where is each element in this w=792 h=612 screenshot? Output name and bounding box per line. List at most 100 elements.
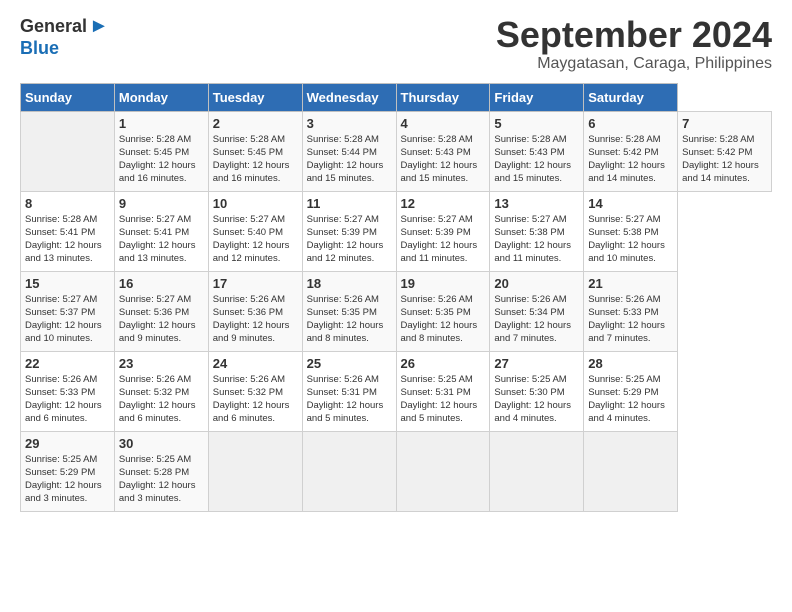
day-info: Sunrise: 5:26 AMSunset: 5:35 PMDaylight:… <box>307 294 384 345</box>
day-info: Sunrise: 5:28 AMSunset: 5:45 PMDaylight:… <box>213 134 290 185</box>
day-number: 9 <box>119 196 204 211</box>
day-info: Sunrise: 5:25 AMSunset: 5:30 PMDaylight:… <box>494 374 571 425</box>
calendar-week-4: 22 Sunrise: 5:26 AMSunset: 5:33 PMDaylig… <box>21 351 772 431</box>
calendar-day: 25 Sunrise: 5:26 AMSunset: 5:31 PMDaylig… <box>302 351 396 431</box>
calendar-day: 7 Sunrise: 5:28 AMSunset: 5:42 PMDayligh… <box>678 111 772 191</box>
calendar-day <box>302 431 396 511</box>
day-number: 8 <box>25 196 110 211</box>
calendar-week-2: 8 Sunrise: 5:28 AMSunset: 5:41 PMDayligh… <box>21 191 772 271</box>
day-number: 21 <box>588 276 673 291</box>
day-number: 14 <box>588 196 673 211</box>
calendar-day: 20 Sunrise: 5:26 AMSunset: 5:34 PMDaylig… <box>490 271 584 351</box>
calendar-day: 24 Sunrise: 5:26 AMSunset: 5:32 PMDaylig… <box>208 351 302 431</box>
day-info: Sunrise: 5:26 AMSunset: 5:31 PMDaylight:… <box>307 374 384 425</box>
calendar-day <box>208 431 302 511</box>
day-info: Sunrise: 5:26 AMSunset: 5:32 PMDaylight:… <box>119 374 196 425</box>
calendar-day: 12 Sunrise: 5:27 AMSunset: 5:39 PMDaylig… <box>396 191 490 271</box>
weekday-header-friday: Friday <box>490 83 584 111</box>
calendar-day: 2 Sunrise: 5:28 AMSunset: 5:45 PMDayligh… <box>208 111 302 191</box>
day-info: Sunrise: 5:27 AMSunset: 5:39 PMDaylight:… <box>307 214 384 265</box>
calendar-day: 23 Sunrise: 5:26 AMSunset: 5:32 PMDaylig… <box>114 351 208 431</box>
title-area: September 2024 Maygatasan, Caraga, Phili… <box>496 15 772 73</box>
day-number: 18 <box>307 276 392 291</box>
day-number: 19 <box>401 276 486 291</box>
day-info: Sunrise: 5:25 AMSunset: 5:31 PMDaylight:… <box>401 374 478 425</box>
calendar-day <box>396 431 490 511</box>
day-info: Sunrise: 5:28 AMSunset: 5:41 PMDaylight:… <box>25 214 102 265</box>
calendar-day: 18 Sunrise: 5:26 AMSunset: 5:35 PMDaylig… <box>302 271 396 351</box>
day-info: Sunrise: 5:27 AMSunset: 5:37 PMDaylight:… <box>25 294 102 345</box>
logo-text-general: General <box>20 16 87 37</box>
day-info: Sunrise: 5:28 AMSunset: 5:45 PMDaylight:… <box>119 134 196 185</box>
calendar-day: 27 Sunrise: 5:25 AMSunset: 5:30 PMDaylig… <box>490 351 584 431</box>
calendar-week-5: 29 Sunrise: 5:25 AMSunset: 5:29 PMDaylig… <box>21 431 772 511</box>
month-title: September 2024 <box>496 15 772 55</box>
calendar-day: 14 Sunrise: 5:27 AMSunset: 5:38 PMDaylig… <box>584 191 678 271</box>
calendar-day: 29 Sunrise: 5:25 AMSunset: 5:29 PMDaylig… <box>21 431 115 511</box>
day-number: 15 <box>25 276 110 291</box>
day-number: 2 <box>213 116 298 131</box>
day-number: 25 <box>307 356 392 371</box>
calendar-day: 5 Sunrise: 5:28 AMSunset: 5:43 PMDayligh… <box>490 111 584 191</box>
logo: General ► Blue <box>20 15 109 59</box>
calendar-day: 6 Sunrise: 5:28 AMSunset: 5:42 PMDayligh… <box>584 111 678 191</box>
page-container: General ► Blue September 2024 Maygatasan… <box>0 0 792 522</box>
day-number: 7 <box>682 116 767 131</box>
calendar-day: 4 Sunrise: 5:28 AMSunset: 5:43 PMDayligh… <box>396 111 490 191</box>
day-info: Sunrise: 5:27 AMSunset: 5:41 PMDaylight:… <box>119 214 196 265</box>
weekday-header-saturday: Saturday <box>584 83 678 111</box>
calendar-day: 10 Sunrise: 5:27 AMSunset: 5:40 PMDaylig… <box>208 191 302 271</box>
logo-icon: ► <box>89 15 109 38</box>
day-number: 11 <box>307 196 392 211</box>
calendar-day: 13 Sunrise: 5:27 AMSunset: 5:38 PMDaylig… <box>490 191 584 271</box>
day-info: Sunrise: 5:26 AMSunset: 5:32 PMDaylight:… <box>213 374 290 425</box>
calendar-day: 16 Sunrise: 5:27 AMSunset: 5:36 PMDaylig… <box>114 271 208 351</box>
calendar-day <box>490 431 584 511</box>
day-info: Sunrise: 5:26 AMSunset: 5:35 PMDaylight:… <box>401 294 478 345</box>
calendar-day: 9 Sunrise: 5:27 AMSunset: 5:41 PMDayligh… <box>114 191 208 271</box>
calendar-day: 30 Sunrise: 5:25 AMSunset: 5:28 PMDaylig… <box>114 431 208 511</box>
calendar-table: SundayMondayTuesdayWednesdayThursdayFrid… <box>20 83 772 512</box>
day-info: Sunrise: 5:28 AMSunset: 5:42 PMDaylight:… <box>588 134 665 185</box>
weekday-header-wednesday: Wednesday <box>302 83 396 111</box>
header: General ► Blue September 2024 Maygatasan… <box>20 15 772 73</box>
day-info: Sunrise: 5:28 AMSunset: 5:43 PMDaylight:… <box>401 134 478 185</box>
day-info: Sunrise: 5:28 AMSunset: 5:42 PMDaylight:… <box>682 134 759 185</box>
day-number: 12 <box>401 196 486 211</box>
day-number: 4 <box>401 116 486 131</box>
calendar-day: 3 Sunrise: 5:28 AMSunset: 5:44 PMDayligh… <box>302 111 396 191</box>
day-number: 17 <box>213 276 298 291</box>
day-number: 29 <box>25 436 110 451</box>
day-info: Sunrise: 5:25 AMSunset: 5:28 PMDaylight:… <box>119 454 196 505</box>
day-info: Sunrise: 5:27 AMSunset: 5:39 PMDaylight:… <box>401 214 478 265</box>
day-info: Sunrise: 5:28 AMSunset: 5:43 PMDaylight:… <box>494 134 571 185</box>
calendar-day: 11 Sunrise: 5:27 AMSunset: 5:39 PMDaylig… <box>302 191 396 271</box>
calendar-day <box>21 111 115 191</box>
calendar-day: 21 Sunrise: 5:26 AMSunset: 5:33 PMDaylig… <box>584 271 678 351</box>
day-info: Sunrise: 5:26 AMSunset: 5:36 PMDaylight:… <box>213 294 290 345</box>
calendar-day: 22 Sunrise: 5:26 AMSunset: 5:33 PMDaylig… <box>21 351 115 431</box>
day-number: 13 <box>494 196 579 211</box>
calendar-day: 28 Sunrise: 5:25 AMSunset: 5:29 PMDaylig… <box>584 351 678 431</box>
weekday-header-sunday: Sunday <box>21 83 115 111</box>
day-number: 5 <box>494 116 579 131</box>
day-number: 1 <box>119 116 204 131</box>
calendar-day: 19 Sunrise: 5:26 AMSunset: 5:35 PMDaylig… <box>396 271 490 351</box>
calendar-day: 26 Sunrise: 5:25 AMSunset: 5:31 PMDaylig… <box>396 351 490 431</box>
day-number: 16 <box>119 276 204 291</box>
day-info: Sunrise: 5:25 AMSunset: 5:29 PMDaylight:… <box>25 454 102 505</box>
weekday-header-monday: Monday <box>114 83 208 111</box>
day-info: Sunrise: 5:26 AMSunset: 5:33 PMDaylight:… <box>25 374 102 425</box>
calendar-day <box>584 431 678 511</box>
calendar-day: 8 Sunrise: 5:28 AMSunset: 5:41 PMDayligh… <box>21 191 115 271</box>
calendar-day: 1 Sunrise: 5:28 AMSunset: 5:45 PMDayligh… <box>114 111 208 191</box>
day-info: Sunrise: 5:27 AMSunset: 5:38 PMDaylight:… <box>588 214 665 265</box>
day-number: 23 <box>119 356 204 371</box>
day-number: 30 <box>119 436 204 451</box>
calendar-week-1: 1 Sunrise: 5:28 AMSunset: 5:45 PMDayligh… <box>21 111 772 191</box>
day-number: 28 <box>588 356 673 371</box>
day-info: Sunrise: 5:28 AMSunset: 5:44 PMDaylight:… <box>307 134 384 185</box>
day-number: 24 <box>213 356 298 371</box>
day-number: 20 <box>494 276 579 291</box>
day-number: 22 <box>25 356 110 371</box>
